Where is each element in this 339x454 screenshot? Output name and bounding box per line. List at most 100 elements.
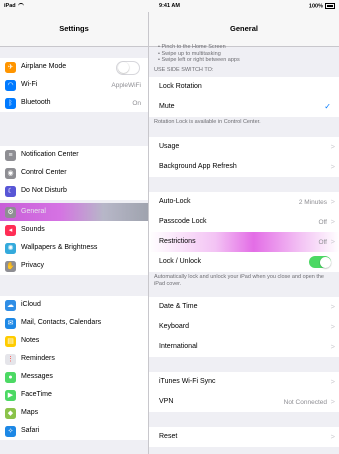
lock-unlock-toggle[interactable] xyxy=(309,256,331,268)
sidebar-item-value: AppleWiFi xyxy=(111,81,141,89)
sidebar-header: Settings xyxy=(0,12,148,47)
control-center-icon: ◉ xyxy=(5,167,16,179)
chevron-right-icon: > xyxy=(330,432,335,441)
chevron-right-icon: > xyxy=(330,162,335,171)
settings-row-background-app-refresh[interactable]: Background App Refresh > xyxy=(149,157,339,177)
airplane-icon: ✈ xyxy=(5,61,16,73)
checkmark-icon: ✓ xyxy=(324,101,331,111)
sidebar-item-label: General xyxy=(21,208,46,215)
settings-row-international[interactable]: International > xyxy=(149,337,339,357)
sidebar-item-label: FaceTime xyxy=(21,391,52,398)
sidebar-item-icloud[interactable]: ☁ iCloud xyxy=(0,296,148,314)
reminders-icon: ⋮ xyxy=(5,353,16,365)
gesture-hint-line: • Swipe left or right between apps xyxy=(158,57,240,63)
row-label: VPN xyxy=(159,398,174,405)
sidebar-item-facetime[interactable]: ▶ FaceTime xyxy=(0,386,148,404)
chevron-right-icon: > xyxy=(330,377,335,386)
page-title: General xyxy=(230,24,258,33)
settings-row-keyboard[interactable]: Keyboard > xyxy=(149,317,339,337)
sidebar-item-notification-center[interactable]: ≡ Notification Center xyxy=(0,146,148,164)
sidebar-item-messages[interactable]: ● Messages xyxy=(0,368,148,386)
sidebar-item-label: Safari xyxy=(21,427,40,434)
row-value: Off xyxy=(318,218,327,226)
row-label: Lock / Unlock xyxy=(159,258,202,265)
facetime-icon: ▶ xyxy=(5,389,16,401)
side-switch-header: USE SIDE SWITCH TO: xyxy=(154,67,214,73)
row-label: Mute xyxy=(159,103,175,110)
settings-row-vpn[interactable]: VPN Not Connected > xyxy=(149,392,339,412)
sidebar-item-label: Maps xyxy=(21,409,39,416)
sidebar-item-notes[interactable]: ▤ Notes xyxy=(0,332,148,350)
row-value: Not Connected xyxy=(283,398,327,406)
sidebar-item-do-not-disturb[interactable]: ☾ Do Not Disturb xyxy=(0,182,148,200)
sidebar-item-label: Control Center xyxy=(21,169,67,176)
safari-icon: ✧ xyxy=(5,425,16,437)
chevron-right-icon: > xyxy=(330,142,335,151)
settings-row-auto-lock[interactable]: Auto-Lock 2 Minutes > xyxy=(149,192,339,212)
sidebar-item-label: Mail, Contacts, Calendars xyxy=(21,319,102,326)
row-label: Auto-Lock xyxy=(159,198,191,205)
sidebar-item-label: Wallpapers & Brightness xyxy=(21,244,98,251)
row-value: 2 Minutes xyxy=(298,198,327,206)
settings-row-reset[interactable]: Reset > xyxy=(149,427,339,447)
speaker-icon: ◂ xyxy=(5,224,16,236)
settings-row-lock-rotation[interactable]: Lock Rotation xyxy=(149,77,339,97)
sidebar-item-bluetooth[interactable]: ᛒ Bluetooth On xyxy=(0,94,148,112)
lock-unlock-note: Automatically lock and unlock your iPad … xyxy=(154,274,324,287)
mail-icon: ✉ xyxy=(5,317,16,329)
pane-header: General xyxy=(149,12,339,47)
settings-sidebar: Settings ✈ Airplane Mode ◠ Wi-Fi AppleWiFi ᛒ B… xyxy=(0,0,149,454)
sidebar-item-reminders[interactable]: ⋮ Reminders xyxy=(0,350,148,368)
sidebar-item-label: Sounds xyxy=(21,226,45,233)
settings-row-itunes-wi-fi-sync[interactable]: iTunes Wi-Fi Sync > xyxy=(149,372,339,392)
airplane-mode-toggle[interactable] xyxy=(116,60,140,75)
chevron-right-icon: > xyxy=(330,197,335,206)
sidebar-item-control-center[interactable]: ◉ Control Center xyxy=(0,164,148,182)
chevron-right-icon: > xyxy=(330,342,335,351)
sidebar-item-label: Messages xyxy=(21,373,53,380)
settings-row-date-time[interactable]: Date & Time > xyxy=(149,297,339,317)
sidebar-item-wallpapers-brightness[interactable]: ✺ Wallpapers & Brightness xyxy=(0,239,148,257)
general-pane: General • Pinch to the Home Screen • Swip… xyxy=(149,0,339,454)
battery-percent: 100% xyxy=(308,3,323,10)
moon-icon: ☾ xyxy=(5,185,16,197)
sidebar-item-airplane-mode[interactable]: ✈ Airplane Mode xyxy=(0,58,148,76)
row-label: International xyxy=(159,343,198,350)
sidebar-item-wi-fi[interactable]: ◠ Wi-Fi AppleWiFi xyxy=(0,76,148,94)
row-value: Off xyxy=(318,238,327,246)
settings-row-restrictions[interactable]: Restrictions Off > xyxy=(149,232,339,252)
sidebar-item-general[interactable]: ⚙ General xyxy=(0,203,148,221)
status-bar: iPad 9:41 AM 100% xyxy=(0,0,339,12)
sidebar-item-maps[interactable]: ◆ Maps xyxy=(0,404,148,422)
chevron-right-icon: > xyxy=(330,217,335,226)
sidebar-item-label: Privacy xyxy=(21,262,44,269)
status-battery: 100% xyxy=(309,3,335,9)
row-label: Date & Time xyxy=(159,303,198,310)
row-label: Reset xyxy=(159,433,178,440)
battery-icon xyxy=(325,3,335,9)
row-label: Passcode Lock xyxy=(159,218,207,225)
sidebar-item-privacy[interactable]: ✋ Privacy xyxy=(0,257,148,275)
chevron-right-icon: > xyxy=(330,322,335,331)
settings-row-mute[interactable]: Mute ✓ xyxy=(149,97,339,117)
sidebar-item-label: Wi-Fi xyxy=(21,81,38,88)
row-label: Restrictions xyxy=(159,238,196,245)
brightness-icon: ✺ xyxy=(5,242,16,254)
chevron-right-icon: > xyxy=(330,302,335,311)
sidebar-item-safari[interactable]: ✧ Safari xyxy=(0,422,148,440)
maps-icon: ◆ xyxy=(5,407,16,419)
settings-row-passcode-lock[interactable]: Passcode Lock Off > xyxy=(149,212,339,232)
notification-center-icon: ≡ xyxy=(5,149,16,161)
sidebar-item-label: Do Not Disturb xyxy=(21,187,67,194)
sidebar-item-label: iCloud xyxy=(21,301,41,308)
chevron-right-icon: > xyxy=(330,237,335,246)
sidebar-item-label: Notes xyxy=(21,337,40,344)
wifi-icon: ◠ xyxy=(5,79,16,91)
sidebar-item-label: Bluetooth xyxy=(21,99,51,106)
settings-row-usage[interactable]: Usage > xyxy=(149,137,339,157)
sidebar-item-mail-contacts-calendars[interactable]: ✉ Mail, Contacts, Calendars xyxy=(0,314,148,332)
rotation-lock-note: Rotation Lock is available in Control Ce… xyxy=(154,119,261,125)
cloud-icon: ☁ xyxy=(5,299,16,311)
sidebar-item-sounds[interactable]: ◂ Sounds xyxy=(0,221,148,239)
settings-row-lock-unlock[interactable]: Lock / Unlock xyxy=(149,252,339,272)
